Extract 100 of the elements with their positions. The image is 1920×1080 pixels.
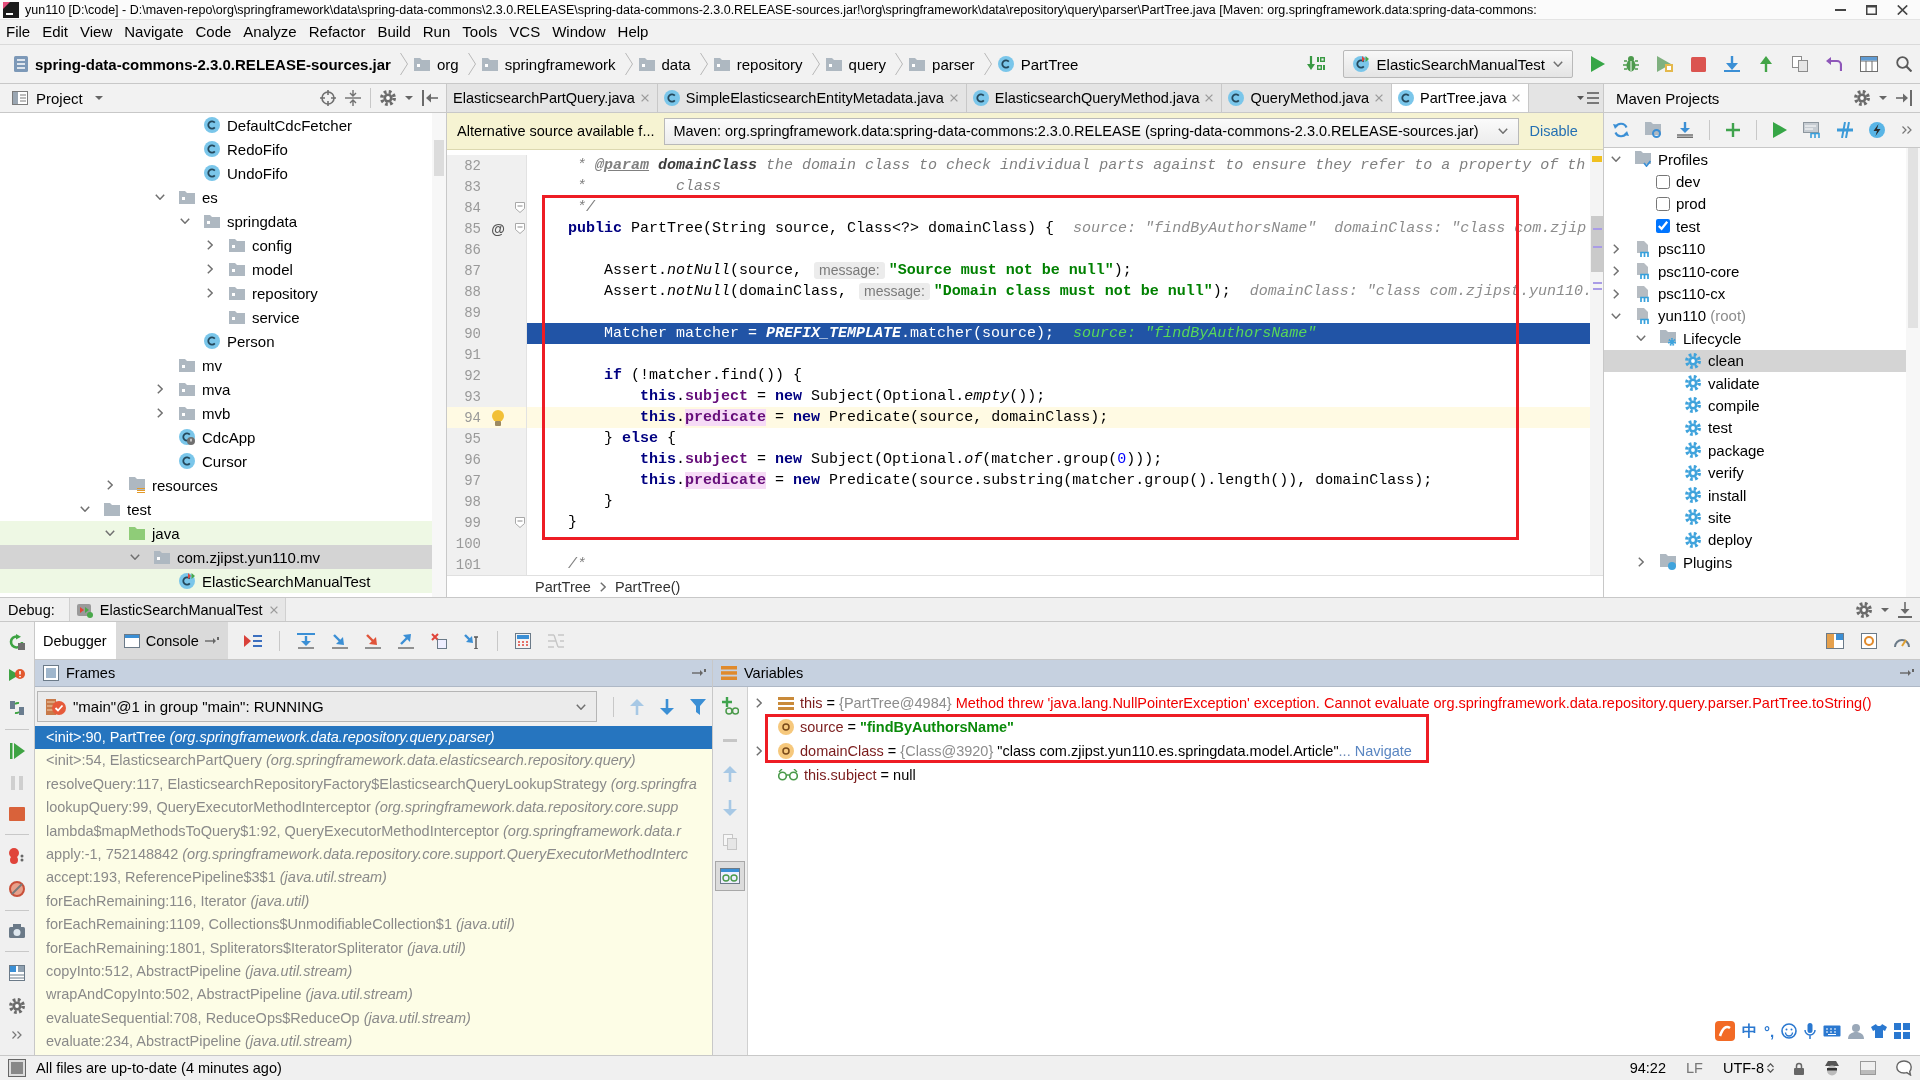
- tree-item[interactable]: Plugins: [1604, 551, 1906, 574]
- breadcrumb[interactable]: data: [632, 51, 700, 77]
- fold-icon[interactable]: [515, 202, 525, 213]
- menu-item[interactable]: Refactor: [302, 21, 372, 43]
- gear-icon[interactable]: [380, 90, 396, 106]
- tree-item[interactable]: es: [0, 185, 432, 209]
- force-step-into-icon[interactable]: [364, 632, 381, 649]
- pin-icon[interactable]: [692, 669, 706, 677]
- caret-down-icon[interactable]: [405, 96, 413, 100]
- chevron-down-icon[interactable]: [155, 194, 165, 200]
- gear-icon[interactable]: [1856, 601, 1872, 618]
- chevron-right-icon[interactable]: [157, 408, 163, 418]
- chevron-right-icon[interactable]: [207, 264, 213, 274]
- view-dropdown[interactable]: Project: [36, 89, 103, 107]
- breakpoints-icon[interactable]: [9, 848, 25, 864]
- grid-icon[interactable]: [1894, 1023, 1911, 1039]
- more-icon[interactable]: [1902, 126, 1912, 134]
- more-icon[interactable]: [12, 1031, 22, 1039]
- mute-breakpoints-icon[interactable]: [9, 881, 25, 897]
- tree-item[interactable]: test: [0, 497, 432, 521]
- disable-link[interactable]: Disable: [1529, 123, 1578, 139]
- menu-item[interactable]: File: [0, 21, 37, 43]
- breadcrumb[interactable]: PartTree: [991, 51, 1088, 77]
- drop-frame-icon[interactable]: [430, 632, 447, 649]
- stack-frame[interactable]: <init>:90, PartTree (org.springframework.data.repository.query.parser): [35, 726, 712, 750]
- execution-point-icon[interactable]: [243, 632, 262, 649]
- lock-icon[interactable]: [1794, 1061, 1804, 1075]
- memory-icon[interactable]: [1860, 1061, 1876, 1075]
- download-icon[interactable]: [1677, 122, 1693, 138]
- shirt-icon[interactable]: [1871, 1024, 1888, 1038]
- hide-icon[interactable]: [1898, 601, 1912, 618]
- tree-item[interactable]: ElasticSearchManualTest: [0, 569, 432, 593]
- chevron-down-icon[interactable]: [105, 530, 115, 536]
- keyboard-icon[interactable]: [1823, 1025, 1842, 1037]
- arrow-down-icon[interactable]: [1724, 56, 1740, 72]
- resume-icon[interactable]: [9, 743, 25, 759]
- menu-item[interactable]: VCS: [503, 21, 547, 43]
- tree-item[interactable]: mva: [0, 377, 432, 401]
- fold-icon[interactable]: [515, 223, 525, 234]
- collapse-icon[interactable]: [345, 90, 361, 106]
- menu-item[interactable]: Run: [416, 21, 457, 43]
- tree-item[interactable]: install: [1604, 483, 1906, 507]
- chevron-right-icon[interactable]: [1638, 557, 1644, 568]
- line-separator[interactable]: LF: [1686, 1060, 1703, 1076]
- tree-item[interactable]: mvb: [0, 401, 432, 425]
- input-mode-toggle[interactable]: 中: [1742, 1021, 1757, 1041]
- fold-icon[interactable]: [515, 517, 525, 528]
- breadcrumb[interactable]: spring-data-commons-2.3.0.RELEASE-sources.jar: [8, 51, 400, 77]
- editor-tab[interactable]: PartTree.java: [1391, 84, 1530, 112]
- rerun-icon[interactable]: [9, 634, 25, 650]
- chevron-right-icon[interactable]: [756, 746, 762, 756]
- tree-item[interactable]: dev: [1604, 170, 1906, 193]
- play-grid-icon[interactable]: [1657, 56, 1673, 72]
- tree-item[interactable]: springdata: [0, 209, 432, 233]
- breadcrumb[interactable]: org: [407, 51, 468, 77]
- tree-item[interactable]: config: [0, 233, 432, 257]
- tree-item[interactable]: clean: [1604, 349, 1906, 372]
- tree-item[interactable]: site: [1604, 506, 1906, 529]
- scrollbar-thumb[interactable]: [434, 140, 444, 176]
- checkbox[interactable]: [1656, 174, 1670, 189]
- two-pages-icon[interactable]: [1792, 56, 1808, 72]
- chevron-right-icon[interactable]: [207, 240, 213, 250]
- menu-item[interactable]: Analyze: [237, 21, 303, 43]
- source-dropdown[interactable]: Maven: org.springframework.data:spring-data-commons:2.3.0.RELEASE (spring-data-commons-2.3.0.RELEASE-sources.jar): [664, 117, 1520, 145]
- step-into-icon[interactable]: [331, 632, 348, 649]
- tree-item[interactable]: Person: [0, 329, 432, 353]
- tree-item[interactable]: Cursor: [0, 449, 432, 473]
- chevron-right-icon[interactable]: [1613, 266, 1619, 277]
- tree-item[interactable]: compile: [1604, 394, 1906, 417]
- view-tab[interactable]: Console: [115, 622, 228, 659]
- pin-icon[interactable]: [1900, 669, 1914, 677]
- play-icon[interactable]: [1773, 122, 1787, 138]
- gear-icon[interactable]: [1854, 90, 1870, 106]
- layout-icon[interactable]: [9, 965, 25, 981]
- checkbox[interactable]: [1656, 196, 1670, 211]
- tree-item[interactable]: test: [1604, 215, 1906, 238]
- caret-down-icon[interactable]: [1879, 96, 1887, 100]
- menu-item[interactable]: Code: [189, 21, 238, 43]
- play-icon[interactable]: [1591, 56, 1605, 72]
- chevron-down-icon[interactable]: [130, 554, 140, 560]
- build-icon[interactable]: [1306, 56, 1325, 72]
- grid-icon[interactable]: [1860, 56, 1878, 72]
- breadcrumb[interactable]: query: [819, 51, 896, 77]
- tree-item[interactable]: service: [0, 305, 432, 329]
- menu-item[interactable]: Edit: [36, 21, 75, 43]
- status-icon[interactable]: [8, 1059, 26, 1077]
- tree-item[interactable]: repository: [0, 281, 432, 305]
- toggle-button[interactable]: [715, 861, 745, 891]
- breadcrumb[interactable]: parser: [903, 51, 984, 77]
- play-warning-icon[interactable]: [9, 667, 25, 683]
- chat-icon[interactable]: [1896, 1060, 1912, 1076]
- close-icon[interactable]: [1897, 4, 1908, 15]
- filter-icon[interactable]: [690, 698, 706, 715]
- settings-icon[interactable]: [1861, 632, 1877, 649]
- step-out-icon[interactable]: [397, 632, 414, 649]
- view-tab[interactable]: Debugger: [35, 622, 116, 659]
- tree-item[interactable]: test: [1604, 416, 1906, 440]
- menu-item[interactable]: Window: [546, 21, 612, 43]
- tree-item[interactable]: verify: [1604, 461, 1906, 484]
- caret-down-icon[interactable]: [1881, 607, 1889, 612]
